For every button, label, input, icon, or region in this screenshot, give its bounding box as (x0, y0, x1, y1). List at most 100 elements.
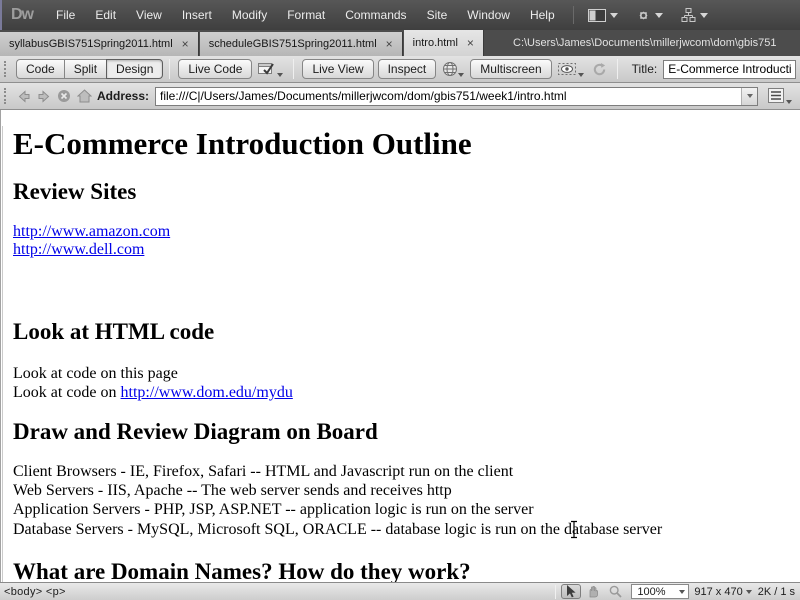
menu-commands[interactable]: Commands (335, 0, 416, 30)
addressbar-grip-handle[interactable] (4, 88, 8, 104)
globe-icon (442, 61, 458, 77)
menu-file[interactable]: File (46, 0, 85, 30)
address-history-dropdown[interactable] (741, 88, 757, 105)
browser-navigation-bar: Address: (0, 83, 800, 110)
dreamweaver-logo: Dw (2, 6, 46, 24)
diagram-line-database: Database Servers - MySQL, Microsoft SQL,… (13, 521, 662, 538)
live-view-button[interactable]: Live View (302, 59, 373, 79)
diagram-line-client: Client Browsers - IE, Firefox, Safari --… (13, 463, 513, 480)
code-paragraph: Look at code on this page Look at code o… (13, 364, 792, 402)
hand-tool-button[interactable] (583, 584, 603, 599)
forward-arrow-icon (37, 90, 51, 103)
window-size-value: 917 x 470 (694, 586, 742, 598)
menu-site[interactable]: Site (417, 0, 458, 30)
application-menu-bar: Dw File Edit View Insert Modify Format C… (0, 0, 800, 30)
stop-icon (57, 89, 71, 103)
extend-dreamweaver-button[interactable] (630, 5, 669, 26)
chevron-down-icon (610, 13, 618, 18)
chevron-down-icon (747, 94, 753, 98)
chevron-down-icon (458, 73, 464, 77)
forward-button[interactable] (37, 90, 51, 103)
zoom-level-select[interactable]: 100% (631, 584, 689, 599)
tab-syllabus[interactable]: syllabusGBIS751Spring2011.html × (0, 32, 199, 56)
check-browser-compatibility-button[interactable] (258, 61, 283, 77)
select-tool-button[interactable] (561, 584, 581, 599)
visual-aids-eye-icon (558, 61, 578, 77)
zoom-level-value: 100% (637, 586, 665, 598)
home-icon (77, 89, 92, 103)
inspect-button[interactable]: Inspect (378, 59, 437, 79)
tag-selector[interactable]: <body> <p> (0, 586, 66, 598)
site-hierarchy-icon (681, 8, 696, 22)
split-view-button[interactable]: Split (64, 59, 106, 79)
document-title-input[interactable] (663, 60, 796, 79)
toolbar-separator (617, 59, 618, 79)
document-path: C:\Users\James\Documents\millerjwcom\dom… (513, 30, 800, 56)
gear-icon (636, 8, 651, 23)
tab-label: syllabusGBIS751Spring2011.html (9, 38, 173, 50)
document-tab-bar: syllabusGBIS751Spring2011.html × schedul… (0, 30, 800, 56)
arrow-cursor-icon (566, 585, 577, 598)
hand-icon (587, 585, 600, 598)
chevron-down-icon (786, 100, 792, 104)
workspace-switcher-button[interactable] (582, 6, 624, 25)
menu-format[interactable]: Format (277, 0, 335, 30)
code-line-2-prefix: Look at code on (13, 384, 121, 401)
menu-insert[interactable]: Insert (172, 0, 222, 30)
page-heading-main: E-Commerce Introduction Outline (13, 126, 792, 162)
list-options-icon (768, 88, 786, 104)
site-menu-button[interactable] (675, 5, 714, 25)
design-view-canvas[interactable]: E-Commerce Introduction Outline Review S… (0, 110, 800, 582)
zoom-tool-button[interactable] (605, 584, 625, 599)
check-page-icon (258, 61, 277, 77)
back-button[interactable] (17, 90, 31, 103)
chevron-down-icon (655, 13, 663, 18)
view-mode-group: Code Split Design (16, 59, 163, 79)
chevron-down-icon (679, 590, 685, 594)
tab-label: scheduleGBIS751Spring2011.html (209, 38, 377, 50)
statusbar-separator (555, 585, 556, 599)
close-icon[interactable]: × (182, 39, 189, 49)
menu-help[interactable]: Help (520, 0, 565, 30)
link-amazon[interactable]: http://www.amazon.com (13, 223, 170, 240)
menu-edit[interactable]: Edit (85, 0, 126, 30)
magnifier-icon (609, 585, 622, 598)
menu-window[interactable]: Window (457, 0, 520, 30)
window-size-select[interactable]: 917 x 470 (694, 586, 751, 598)
title-label: Title: (632, 62, 658, 76)
code-line-1: Look at code on this page (13, 365, 178, 382)
link-dell[interactable]: http://www.dell.com (13, 241, 144, 258)
tab-intro[interactable]: intro.html × (404, 30, 484, 56)
view-options-button[interactable] (768, 88, 792, 104)
tab-label: intro.html (413, 37, 458, 49)
address-field (155, 87, 758, 106)
review-links-paragraph: http://www.amazon.com http://www.dell.co… (13, 223, 792, 259)
multiscreen-button[interactable]: Multiscreen (470, 59, 551, 79)
home-button[interactable] (77, 89, 92, 103)
refresh-design-view-button[interactable] (592, 62, 607, 77)
download-size-time: 2K / 1 s (758, 586, 795, 598)
chevron-down-icon (578, 73, 584, 77)
toolbar-grip-handle[interactable] (4, 61, 8, 77)
rendered-page: E-Commerce Introduction Outline Review S… (2, 126, 800, 582)
back-arrow-icon (17, 90, 31, 103)
chevron-down-icon (746, 590, 752, 594)
close-icon[interactable]: × (467, 38, 474, 48)
menu-view[interactable]: View (126, 0, 172, 30)
workspace-layout-icon (588, 9, 606, 22)
design-view-button[interactable]: Design (106, 59, 163, 79)
live-code-button[interactable]: Live Code (178, 59, 252, 79)
link-dom-edu[interactable]: http://www.dom.edu/mydu (121, 384, 293, 401)
address-input[interactable] (156, 89, 741, 103)
diagram-line-application: Application Servers - PHP, JSP, ASP.NET … (13, 501, 534, 518)
heading-review-sites: Review Sites (13, 179, 792, 205)
heading-domain-names: What are Domain Names? How do they work? (13, 559, 792, 582)
visual-aids-button[interactable] (558, 61, 584, 77)
code-view-button[interactable]: Code (16, 59, 64, 79)
diagram-paragraph: Client Browsers - IE, Firefox, Safari --… (13, 462, 792, 539)
preview-in-browser-button[interactable] (442, 61, 464, 77)
tab-schedule[interactable]: scheduleGBIS751Spring2011.html × (200, 32, 403, 56)
close-icon[interactable]: × (386, 39, 393, 49)
menu-modify[interactable]: Modify (222, 0, 277, 30)
stop-button[interactable] (57, 89, 71, 103)
